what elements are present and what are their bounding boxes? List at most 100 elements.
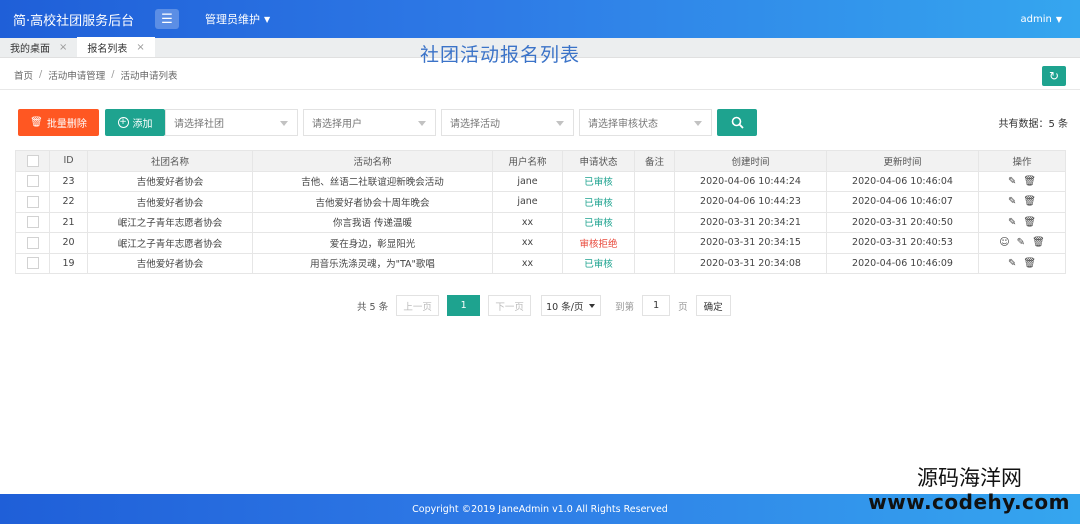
edit-icon[interactable]: ✎ xyxy=(1008,217,1016,228)
delete-icon[interactable]: 🗑 xyxy=(1023,176,1036,187)
search-button[interactable] xyxy=(717,108,757,136)
pagination: 共 5 条 上一页 1 下一页 10 条/页 到第 1 页 确定 xyxy=(357,295,731,316)
activity-cell: 用音乐洗涤灵魂，为"TA"歌唱 xyxy=(252,252,493,274)
user-name: admin xyxy=(1020,13,1052,25)
batch-delete-label: 批量删除 xyxy=(46,118,87,130)
goto-page-input[interactable]: 1 xyxy=(642,295,671,316)
created-cell: 2020-03-31 20:34:21 xyxy=(674,211,827,233)
breadcrumb-activity-management[interactable]: 活动申请管理 xyxy=(48,68,105,82)
select-all-cell xyxy=(15,150,50,172)
refresh-button[interactable]: ↻ xyxy=(1042,66,1066,86)
club-cell: 吉他爱好者协会 xyxy=(87,191,253,213)
current-page-button[interactable]: 1 xyxy=(447,295,481,316)
admin-menu[interactable]: 管理员维护 ▼ xyxy=(205,11,270,27)
column-header: 备注 xyxy=(634,150,675,172)
club-cell: 岷江之子青年志愿者协会 xyxy=(87,211,253,233)
goto-confirm-button[interactable]: 确定 xyxy=(695,295,731,316)
activity-cell: 爱在身边，彰显阳光 xyxy=(252,232,493,254)
row-select-cell xyxy=(15,211,50,233)
caret-down-icon: ▼ xyxy=(1055,14,1062,24)
prev-page-button[interactable]: 上一页 xyxy=(396,295,440,316)
dropdown-arrow-icon xyxy=(556,120,564,126)
note-cell xyxy=(634,232,675,254)
edit-icon[interactable]: ✎ xyxy=(1017,237,1025,248)
updated-cell: 2020-04-06 10:46:04 xyxy=(826,170,979,192)
table-row: 22 吉他爱好者协会 吉他爱好者协会十周年晚会 jane 已审核 2020-04… xyxy=(15,191,1066,213)
status-cell: 已审核 xyxy=(562,170,635,192)
note-cell xyxy=(634,191,675,213)
breadcrumb-separator: / xyxy=(111,69,115,80)
dropdown-arrow-icon xyxy=(418,120,426,126)
column-header: 操作 xyxy=(978,150,1066,172)
activity-select[interactable]: 请选择活动 xyxy=(441,108,574,136)
edit-icon[interactable]: ✎ xyxy=(1008,176,1016,187)
next-page-button[interactable]: 下一页 xyxy=(488,295,532,316)
add-label: 添加 xyxy=(132,118,153,130)
select-all-checkbox[interactable] xyxy=(26,154,39,167)
actions-cell: ✎ 🗑 xyxy=(978,252,1066,274)
user-menu[interactable]: admin ▼ xyxy=(1021,14,1063,25)
edit-icon[interactable]: ✎ xyxy=(1008,258,1016,269)
add-button[interactable]: + 添加 xyxy=(105,108,165,136)
dropdown-arrow-icon xyxy=(589,304,596,308)
row-checkbox[interactable] xyxy=(26,257,39,270)
updated-cell: 2020-03-31 20:40:53 xyxy=(826,232,979,254)
column-header: 更新时间 xyxy=(826,150,979,172)
club-select[interactable]: 请选择社团 xyxy=(165,108,298,136)
trash-icon: 🗑 xyxy=(30,116,43,128)
updated-cell: 2020-04-06 10:46:09 xyxy=(826,252,979,274)
smile-icon[interactable]: ☺ xyxy=(999,237,1009,248)
breadcrumb-home[interactable]: 首页 xyxy=(14,68,33,82)
activity-cell: 你言我语 传递温暖 xyxy=(252,211,493,233)
status-cell: 已审核 xyxy=(562,191,635,213)
row-checkbox[interactable] xyxy=(26,175,39,188)
watermark-name: 源码海洋网 xyxy=(917,466,1022,490)
updated-cell: 2020-04-06 10:46:07 xyxy=(826,191,979,213)
row-select-cell xyxy=(15,252,50,274)
delete-icon[interactable]: 🗑 xyxy=(1032,237,1045,248)
delete-icon[interactable]: 🗑 xyxy=(1023,258,1036,269)
created-cell: 2020-04-06 10:44:23 xyxy=(674,191,827,213)
status-select-placeholder: 请选择审核状态 xyxy=(588,118,658,130)
club-cell: 吉他爱好者协会 xyxy=(87,252,253,274)
row-checkbox[interactable] xyxy=(26,195,39,208)
edit-icon[interactable]: ✎ xyxy=(1008,196,1016,207)
page-size-value: 10 条/页 xyxy=(546,301,584,313)
batch-delete-button[interactable]: 🗑 批量删除 xyxy=(18,108,99,136)
user-cell: jane xyxy=(492,191,563,213)
id-cell: 20 xyxy=(49,232,88,254)
table-header-row: ID 社团名称 活动名称 用户名称 申请状态 备注 创建时间 更新时间 操作 xyxy=(15,150,1066,172)
filter-toolbar: 🗑 批量删除 + 添加 请选择社团 请选择用户 请选择活动 请选择审核状态 共有… xyxy=(18,108,1068,136)
column-header: 活动名称 xyxy=(252,150,493,172)
status-cell: 审核拒绝 xyxy=(562,232,635,254)
status-cell: 已审核 xyxy=(562,252,635,274)
row-checkbox[interactable] xyxy=(26,236,39,249)
table-row: 20 岷江之子青年志愿者协会 爱在身边，彰显阳光 xx 审核拒绝 2020-03… xyxy=(15,232,1066,254)
watermark: 源码海洋网 www.codehy.com xyxy=(868,466,1070,514)
status-select[interactable]: 请选择审核状态 xyxy=(579,108,712,136)
column-header: 创建时间 xyxy=(674,150,827,172)
actions-cell: ✎ 🗑 xyxy=(978,170,1066,192)
club-cell: 岷江之子青年志愿者协会 xyxy=(87,232,253,254)
id-cell: 23 xyxy=(49,170,88,192)
search-icon xyxy=(731,116,744,129)
total-count: 共有数据：5 条 xyxy=(998,118,1068,130)
user-select[interactable]: 请选择用户 xyxy=(303,108,436,136)
watermark-url: www.codehy.com xyxy=(868,490,1070,514)
delete-icon[interactable]: 🗑 xyxy=(1023,196,1036,207)
activity-cell: 吉他、丝语二社联谊迎新晚会活动 xyxy=(252,170,493,192)
actions-cell: ✎ 🗑 xyxy=(978,211,1066,233)
top-navbar: 简·高校社团服务后台 ☰ 管理员维护 ▼ admin ▼ xyxy=(0,0,1080,38)
pagination-total: 共 5 条 xyxy=(357,301,389,313)
page-unit-label: 页 xyxy=(678,301,688,313)
brand-title: 简·高校社团服务后台 xyxy=(13,13,135,29)
activity-cell: 吉他爱好者协会十周年晚会 xyxy=(252,191,493,213)
actions-cell: ☺ ✎ 🗑 xyxy=(978,232,1066,254)
menu-toggle-button[interactable]: ☰ xyxy=(155,9,179,29)
row-checkbox[interactable] xyxy=(26,216,39,229)
refresh-icon: ↻ xyxy=(1048,69,1060,83)
column-header: 用户名称 xyxy=(492,150,563,172)
row-select-cell xyxy=(15,232,50,254)
delete-icon[interactable]: 🗑 xyxy=(1023,217,1036,228)
page-size-select[interactable]: 10 条/页 xyxy=(541,295,602,316)
